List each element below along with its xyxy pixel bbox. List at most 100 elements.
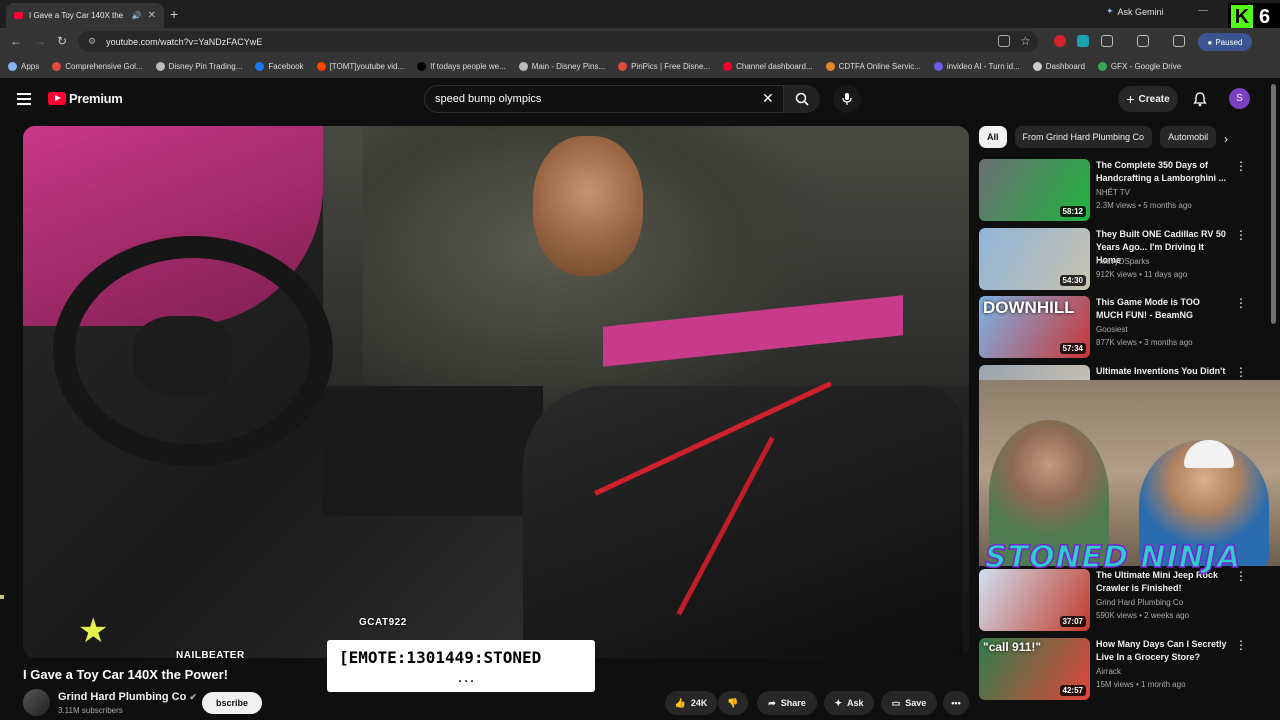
channel-name[interactable]: Grind Hard Plumbing Co ✔ bbox=[58, 691, 197, 703]
account-avatar[interactable]: S bbox=[1229, 88, 1250, 109]
channel-avatar[interactable] bbox=[23, 689, 50, 716]
more-actions-button[interactable]: ••• bbox=[943, 691, 969, 715]
more-vertical-icon[interactable]: ⋮ bbox=[1235, 638, 1247, 652]
menu-hamburger-icon[interactable] bbox=[17, 93, 31, 108]
bookmark-item[interactable]: If todays people we... bbox=[417, 62, 506, 71]
recommendation-title[interactable]: This Game Mode is TOO MUCH FUN! - BeamNG bbox=[1096, 296, 1228, 322]
video-thumbnail[interactable]: 58:12 bbox=[979, 159, 1090, 221]
more-vertical-icon[interactable]: ⋮ bbox=[1235, 365, 1247, 379]
video-thumbnail[interactable]: "call 911!" 42:57 bbox=[979, 638, 1090, 700]
more-vertical-icon[interactable]: ⋮ bbox=[1235, 228, 1247, 242]
bookmark-label: Facebook bbox=[268, 62, 304, 71]
recommendation-meta: 2.3M views • 5 months ago bbox=[1096, 201, 1192, 210]
speaker-icon[interactable]: 🔊 bbox=[132, 11, 142, 20]
like-button[interactable]: 👍 24K bbox=[665, 691, 717, 715]
recommendation-item[interactable]: "call 911!" 42:57 How Many Days Can I Secr… bbox=[979, 638, 1269, 702]
recommendation-item[interactable]: 37:07 The Ultimate Mini Jeep Rock Crawler… bbox=[979, 569, 1269, 633]
ask-label: Ask bbox=[847, 698, 864, 708]
subscribe-button[interactable]: bscribe bbox=[202, 692, 262, 714]
extension-teal-icon[interactable] bbox=[1077, 35, 1089, 47]
save-button[interactable]: ▭ Save bbox=[881, 691, 937, 715]
bookmark-item[interactable]: Comprehensive Gol... bbox=[52, 62, 143, 71]
reading-list-icon[interactable] bbox=[1173, 35, 1185, 47]
webcam-banner: STONED NINJA bbox=[984, 539, 1242, 576]
dislike-button[interactable]: 👎 bbox=[718, 691, 748, 715]
recommendation-title[interactable]: Ultimate Inventions You Didn't bbox=[1096, 365, 1228, 378]
bookmark-item[interactable]: Dashboard bbox=[1032, 62, 1085, 71]
save-label: Save bbox=[905, 698, 927, 708]
url-text: youtube.com/watch?v=YaNDzFACYwE bbox=[106, 36, 263, 47]
ask-gemini-button[interactable]: ✦ Ask Gemini bbox=[1106, 6, 1164, 17]
bookmark-item[interactable]: PinPics | Free Disne... bbox=[618, 62, 710, 71]
split-view-icon[interactable] bbox=[1137, 35, 1149, 47]
chevron-right-icon[interactable]: › bbox=[1224, 132, 1228, 146]
search-input[interactable]: speed bump olympics bbox=[424, 85, 784, 113]
bookmark-item[interactable]: CDTFA Online Servic... bbox=[825, 62, 921, 71]
extension-red-icon[interactable] bbox=[1054, 35, 1066, 47]
recommendation-channel[interactable]: Goosiest bbox=[1096, 325, 1128, 334]
create-button[interactable]: + Create bbox=[1118, 86, 1178, 112]
more-vertical-icon[interactable]: ⋮ bbox=[1235, 296, 1247, 310]
bookmark-label: If todays people we... bbox=[430, 62, 506, 71]
minimize-icon[interactable]: — bbox=[1198, 5, 1208, 16]
recommendation-channel[interactable]: NHẾT TV bbox=[1096, 188, 1130, 197]
kick-logo: K 6 bbox=[1228, 3, 1280, 31]
extensions-puzzle-icon[interactable] bbox=[1101, 35, 1113, 47]
search-button[interactable] bbox=[784, 85, 820, 113]
recommendation-channel[interactable]: HeavyDSparks bbox=[1096, 257, 1149, 266]
recommendation-channel[interactable]: Grind Hard Plumbing Co bbox=[1096, 598, 1183, 607]
emote-text: [EMOTE:1301449:STONED bbox=[339, 648, 542, 667]
clear-search-icon[interactable]: ✕ bbox=[762, 90, 774, 107]
recommendation-title[interactable]: How Many Days Can I Secretly Live In a G… bbox=[1096, 638, 1228, 664]
video-thumbnail[interactable]: DOWNHILL 57:34 bbox=[979, 296, 1090, 358]
bookmark-item[interactable]: GFX - Google Drive bbox=[1097, 62, 1181, 71]
install-app-icon[interactable] bbox=[998, 35, 1010, 47]
share-button[interactable]: ➦ Share bbox=[757, 691, 817, 715]
bookmark-favicon-icon bbox=[825, 62, 835, 71]
recommendation-item[interactable]: 54:30 They Built ONE Cadillac RV 50 Years… bbox=[979, 228, 1269, 292]
filter-chip[interactable]: All bbox=[979, 126, 1007, 148]
plus-icon: + bbox=[1126, 91, 1135, 107]
search-icon bbox=[795, 92, 809, 106]
bookmark-item[interactable]: Facebook bbox=[255, 62, 304, 71]
notifications-button[interactable] bbox=[1192, 91, 1208, 112]
bookmark-favicon-icon bbox=[255, 62, 265, 71]
more-vertical-icon[interactable]: ⋮ bbox=[1235, 159, 1247, 173]
video-thumbnail[interactable]: 54:30 bbox=[979, 228, 1090, 290]
url-bar[interactable]: ⚙ youtube.com/watch?v=YaNDzFACYwE bbox=[78, 31, 1038, 52]
page-scrollbar[interactable] bbox=[1271, 84, 1276, 324]
filter-chip[interactable]: From Grind Hard Plumbing Co bbox=[1014, 126, 1153, 148]
close-tab-icon[interactable]: ✕ bbox=[148, 10, 156, 21]
bookmark-favicon-icon bbox=[723, 62, 733, 71]
microphone-icon bbox=[842, 93, 852, 105]
bookmark-item[interactable]: Main - Disney Pins... bbox=[518, 62, 605, 71]
video-thumbnail[interactable]: 37:07 bbox=[979, 569, 1090, 631]
new-tab-button[interactable]: + bbox=[170, 6, 178, 22]
recommendation-meta: 912K views • 11 days ago bbox=[1096, 270, 1188, 279]
emote-dots: ... bbox=[457, 674, 476, 685]
bookmark-item[interactable]: [TOMT]youtube vid... bbox=[316, 62, 404, 71]
profile-paused-button[interactable]: ● Paused bbox=[1198, 33, 1252, 51]
recommendation-item[interactable]: 58:12 The Complete 350 Days of Handcrafti… bbox=[979, 159, 1269, 223]
filter-chip[interactable]: Automobil bbox=[1160, 126, 1217, 148]
bookmark-item[interactable]: invideo AI - Turn id... bbox=[933, 62, 1020, 71]
forward-icon[interactable]: → bbox=[34, 34, 46, 48]
youtube-premium-logo[interactable]: Premium bbox=[48, 91, 123, 106]
site-info-icon[interactable]: ⚙ bbox=[88, 36, 96, 47]
back-icon[interactable]: ← bbox=[10, 34, 22, 48]
ask-button[interactable]: ✦ Ask bbox=[824, 691, 874, 715]
bookmark-item[interactable]: Disney Pin Trading... bbox=[155, 62, 242, 71]
kick-number: 6 bbox=[1259, 5, 1271, 28]
bookmark-star-icon[interactable]: ☆ bbox=[1020, 34, 1031, 48]
reload-icon[interactable]: ↻ bbox=[57, 34, 67, 48]
thumbs-up-icon: 👍 bbox=[674, 697, 686, 708]
bookmark-item[interactable]: Apps bbox=[8, 62, 39, 71]
recommendation-channel[interactable]: Airrack bbox=[1096, 667, 1121, 676]
voice-search-button[interactable] bbox=[833, 85, 861, 113]
bookmark-item[interactable]: Channel dashboard... bbox=[723, 62, 813, 71]
decorative-dot bbox=[0, 595, 4, 599]
video-player[interactable]: ★ bbox=[23, 126, 969, 658]
recommendation-title[interactable]: The Complete 350 Days of Handcrafting a … bbox=[1096, 159, 1228, 185]
recommendation-item[interactable]: DOWNHILL 57:34 This Game Mode is TOO MUCH … bbox=[979, 296, 1269, 360]
browser-tab[interactable]: I Gave a Toy Car 140X the P 🔊 ✕ bbox=[6, 3, 164, 28]
